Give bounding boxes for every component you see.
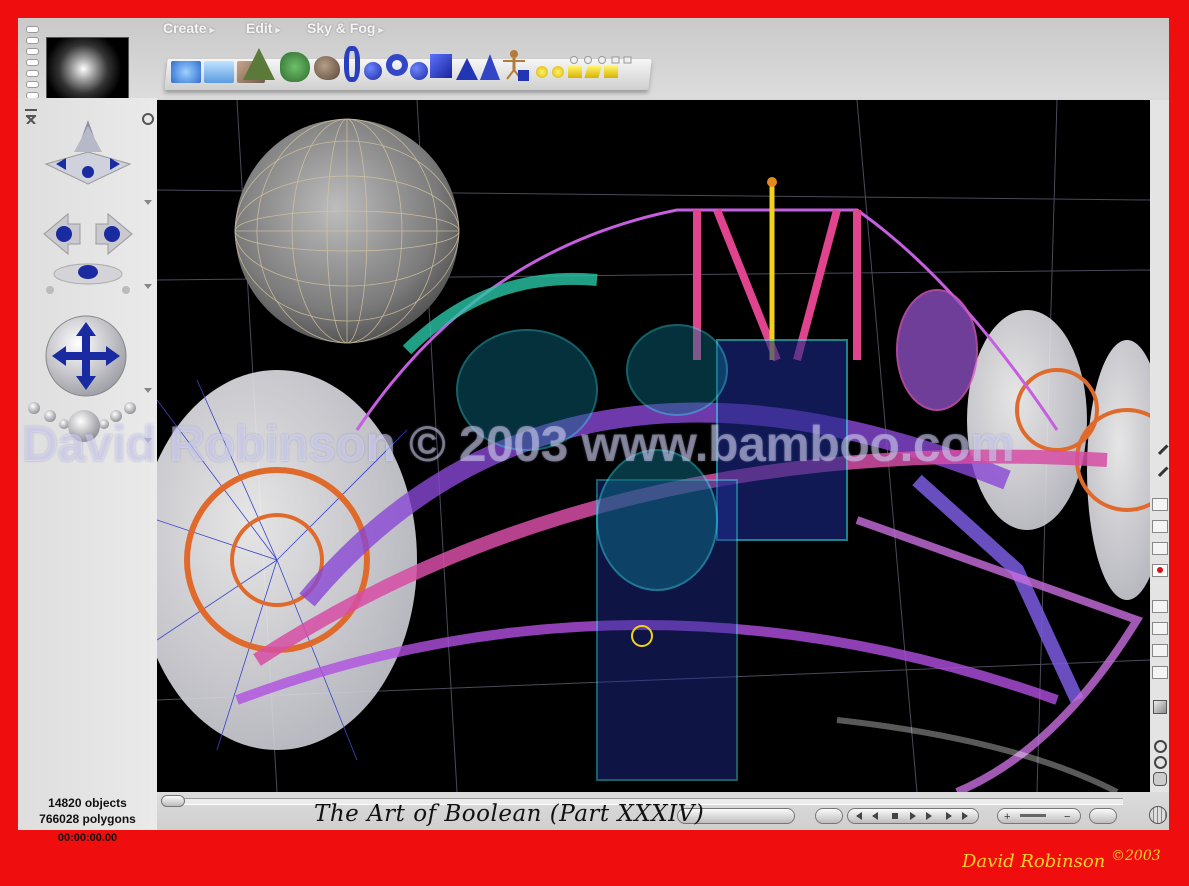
- select-object-icon[interactable]: [1152, 520, 1168, 533]
- menu-create[interactable]: Create ▸: [163, 20, 215, 36]
- square-icon[interactable]: [518, 70, 529, 81]
- camera-pan-ball[interactable]: [44, 314, 128, 403]
- select-family-icon[interactable]: [1152, 498, 1168, 511]
- lights-label-dots: [566, 51, 636, 64]
- square-light-icon[interactable]: [568, 66, 582, 78]
- time-marker-handle[interactable]: [161, 795, 185, 807]
- cube-icon[interactable]: [430, 54, 452, 78]
- transport-controls[interactable]: [847, 808, 979, 824]
- memory-dots-button[interactable]: [815, 808, 843, 824]
- radial-light-icon[interactable]: [536, 66, 548, 78]
- nano-preview-thumbnail[interactable]: [46, 37, 129, 101]
- director-chair-icon[interactable]: [24, 108, 38, 129]
- pan-dropdown-icon[interactable]: [144, 388, 152, 393]
- time-counter: 00:00:00.00: [57, 832, 118, 844]
- zoom-out-icon[interactable]: [1154, 756, 1167, 769]
- globe-icon[interactable]: [1149, 806, 1167, 824]
- terrain-icon[interactable]: [243, 48, 275, 80]
- layer-icon[interactable]: [1152, 644, 1168, 657]
- small-sphere-icon[interactable]: [410, 62, 428, 80]
- record-icon[interactable]: [1152, 564, 1168, 577]
- menu-sky-fog[interactable]: Sky & Fog ▸: [307, 20, 384, 36]
- translate-dropdown-icon[interactable]: [144, 284, 152, 289]
- display-icon[interactable]: [1152, 666, 1168, 679]
- box-light-icon[interactable]: [604, 66, 618, 78]
- signature-year: ©2003: [1111, 848, 1161, 864]
- keyframe-controls[interactable]: + −: [997, 808, 1081, 824]
- align-icon[interactable]: [1152, 600, 1168, 613]
- select-mode-icon[interactable]: [1152, 542, 1168, 555]
- spiral-icon[interactable]: [344, 46, 360, 82]
- cube-view-icon[interactable]: [1153, 700, 1167, 714]
- right-tool-strip: [1149, 100, 1169, 792]
- torus-icon[interactable]: [386, 54, 408, 76]
- watermark-text: David Robinson © 2003 www.bamboo.com: [22, 416, 1015, 472]
- svg-text:+: +: [1004, 811, 1010, 823]
- view-dropdown-icon[interactable]: [144, 200, 152, 205]
- zoom-in-icon[interactable]: [1154, 740, 1167, 753]
- object-count: 14820 objects: [48, 796, 127, 810]
- rock-icon[interactable]: [314, 56, 340, 80]
- spotlight-icon[interactable]: [552, 66, 564, 78]
- top-toolbar: Create ▸ Edit ▸ Sky & Fog ▸: [18, 18, 1169, 110]
- brush-icon[interactable]: [1149, 435, 1169, 456]
- menu-edit[interactable]: Edit ▸: [246, 20, 280, 36]
- svg-text:−: −: [1064, 811, 1070, 823]
- cone-icon[interactable]: [480, 54, 500, 80]
- tree-icon[interactable]: [280, 52, 310, 82]
- sphere-icon[interactable]: [364, 62, 382, 80]
- hand-pan-icon[interactable]: [1153, 772, 1167, 786]
- text-icon[interactable]: [1152, 622, 1168, 635]
- sky-plane-icon[interactable]: [204, 61, 234, 83]
- moon-sphere: [234, 118, 460, 344]
- polygon-count: 766028 polygons: [39, 812, 136, 826]
- signature-name: David Robinson: [962, 851, 1106, 872]
- eraser-icon[interactable]: [1149, 457, 1169, 478]
- camera-mode-radio[interactable]: [142, 113, 154, 125]
- artist-signature: David Robinson ©2003: [962, 848, 1161, 872]
- trackball-view-control[interactable]: [42, 112, 134, 197]
- camera-translate-control[interactable]: [40, 202, 136, 301]
- water-plane-icon[interactable]: [171, 61, 201, 83]
- curve-button[interactable]: [1089, 808, 1117, 824]
- artwork-caption: The Art of Boolean (Part XXXIV): [314, 801, 705, 827]
- pyramid-icon[interactable]: [456, 58, 478, 80]
